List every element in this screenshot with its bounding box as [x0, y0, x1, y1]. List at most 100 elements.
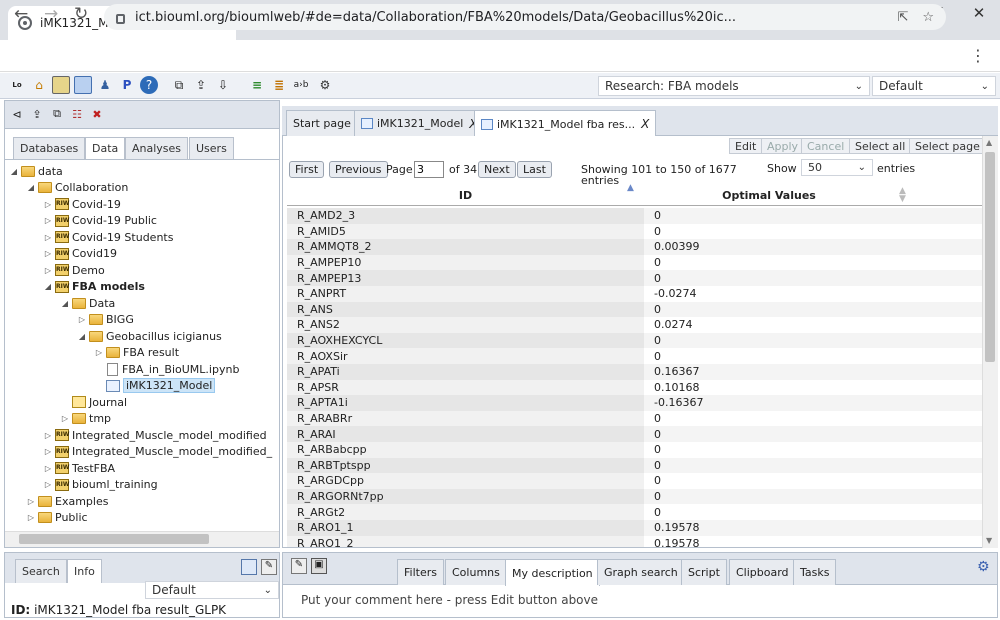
next-page-button[interactable]: Next: [478, 161, 516, 178]
column-header-id[interactable]: ID: [287, 189, 644, 202]
collapsed-arrow-icon[interactable]: ▷: [43, 480, 53, 489]
upload-icon[interactable]: ⇪: [29, 106, 45, 122]
doc-tab-fba-result[interactable]: iMK1321_Model fba res... X: [474, 110, 657, 137]
tree-node[interactable]: ▷ RIW Covid19: [43, 246, 117, 262]
collapsed-arrow-icon[interactable]: ▷: [26, 513, 36, 522]
table-row[interactable]: R_APSR 0.10168: [287, 379, 983, 396]
copy-icon[interactable]: ⧉: [170, 76, 188, 94]
table-row[interactable]: R_ARGORNt7pp 0: [287, 488, 983, 505]
table-row[interactable]: R_ARAI 0: [287, 426, 983, 442]
table-row[interactable]: R_ANS 0: [287, 301, 983, 318]
tree-node[interactable]: ▷ RIW Covid-19 Students: [43, 229, 174, 245]
url-bar[interactable]: ict.biouml.org/bioumlweb/#de=data/Collab…: [104, 4, 946, 30]
table-row[interactable]: R_APTA1i -0.16367: [287, 395, 983, 411]
collapsed-arrow-icon[interactable]: ▷: [43, 200, 53, 209]
table-row[interactable]: R_ARBabcpp 0: [287, 442, 983, 458]
edit-button[interactable]: Edit: [729, 138, 763, 154]
back-icon[interactable]: ←: [14, 4, 28, 24]
table-row[interactable]: R_ANS2 0.0274: [287, 317, 983, 333]
document-icon[interactable]: [241, 559, 257, 575]
select-all-button[interactable]: Select all: [849, 138, 912, 154]
scroll-down-icon[interactable]: ▼: [986, 536, 992, 545]
table-row[interactable]: R_ARO1_1 0.19578: [287, 520, 983, 536]
p-icon[interactable]: P: [118, 76, 136, 94]
tree-node[interactable]: ▷ FBA result: [94, 345, 179, 361]
replace-text-icon[interactable]: a›b: [292, 76, 310, 94]
table-row[interactable]: R_AMPEP13 0: [287, 270, 983, 286]
logout-icon[interactable]: Lo: [8, 76, 26, 94]
save-icon[interactable]: ▣: [311, 558, 327, 574]
collapse-icon[interactable]: ⊲: [9, 106, 25, 122]
tree-node[interactable]: iMK1321_Model: [94, 378, 216, 394]
tree-node[interactable]: ◢ data: [9, 163, 63, 179]
edit-icon[interactable]: ✎: [261, 559, 277, 575]
doc-tab-start-page[interactable]: Start page: [286, 110, 358, 136]
table-row[interactable]: R_APATi 0.16367: [287, 364, 983, 380]
tab-info[interactable]: Info: [67, 559, 102, 583]
table-row[interactable]: R_AOXSir 0: [287, 348, 983, 364]
table-row[interactable]: R_ARO1_2 0.19578: [287, 535, 983, 547]
tab-graph-search[interactable]: Graph search: [597, 559, 685, 585]
vertical-scroll-thumb[interactable]: [985, 152, 995, 362]
collapsed-arrow-icon[interactable]: ▷: [43, 431, 53, 440]
collapsed-arrow-icon[interactable]: ▷: [94, 348, 104, 357]
tree-node[interactable]: ▷ tmp: [60, 411, 111, 427]
sort-both-icon[interactable]: ▲ ▼: [899, 187, 906, 204]
table-row[interactable]: R_AOXHEXCYCL 0: [287, 332, 983, 349]
info-view-select[interactable]: Default ⌄: [145, 581, 279, 599]
bookmark-star-icon[interactable]: ☆: [922, 10, 934, 25]
tab-filters[interactable]: Filters: [397, 559, 444, 585]
tree-node[interactable]: ◢ RIW FBA models: [43, 279, 145, 295]
tab-my-description[interactable]: My description: [505, 559, 600, 586]
tree-node[interactable]: ▷ RIW Covid-19 Public: [43, 213, 157, 229]
table-row[interactable]: R_ANPRT -0.0274: [287, 286, 983, 302]
table-row[interactable]: R_AMID5 0: [287, 223, 983, 240]
settings-icon[interactable]: ⚙: [977, 559, 990, 575]
tab-analyses[interactable]: Analyses: [125, 137, 189, 159]
table-row[interactable]: R_AMD2_3 0: [287, 208, 983, 224]
tree-node[interactable]: ▷ RIW Integrated_Muscle_model_modified: [43, 427, 267, 443]
table-row[interactable]: R_AMMQT8_2 0.00399: [287, 239, 983, 255]
layout-vertical-icon[interactable]: [74, 76, 92, 94]
forward-icon[interactable]: →: [44, 4, 58, 24]
tab-databases[interactable]: Databases: [13, 137, 86, 159]
list-icon[interactable]: ≡: [248, 76, 266, 94]
collapsed-arrow-icon[interactable]: ▷: [77, 315, 87, 324]
share-icon[interactable]: ⇱: [897, 10, 908, 25]
select-page-button[interactable]: Select page: [909, 138, 986, 154]
new-element-icon[interactable]: ⧉: [49, 106, 65, 122]
tree-node[interactable]: Journal: [60, 394, 127, 410]
tree-node[interactable]: ▷ RIW TestFBA: [43, 460, 115, 476]
first-page-button[interactable]: First: [289, 161, 325, 178]
tree-node[interactable]: ▷ Examples: [26, 493, 109, 509]
tree-node[interactable]: ▷ BIGG: [77, 312, 134, 328]
user-icon[interactable]: ♟: [96, 76, 114, 94]
entries-per-page-select[interactable]: 50 ⌄: [801, 159, 873, 176]
cancel-button[interactable]: Cancel: [801, 138, 851, 154]
tree-node[interactable]: FBA_in_BioUML.ipynb: [94, 361, 239, 377]
table-row[interactable]: R_ARGDCpp 0: [287, 473, 983, 489]
last-page-button[interactable]: Last: [517, 161, 552, 178]
download-icon[interactable]: ⇩: [214, 76, 232, 94]
expanded-arrow-icon[interactable]: ◢: [9, 167, 19, 176]
layout-horizontal-icon[interactable]: [52, 76, 70, 94]
tree-node[interactable]: ▷ RIW Integrated_Muscle_model_modified_: [43, 444, 272, 460]
horizontal-scroll-thumb[interactable]: [19, 534, 209, 544]
expanded-arrow-icon[interactable]: ◢: [60, 299, 70, 308]
research-select[interactable]: Research: FBA models ⌄: [598, 76, 870, 96]
reload-icon[interactable]: ↻: [74, 4, 88, 24]
tab-script[interactable]: Script: [681, 559, 727, 585]
table-row[interactable]: R_ARABRr 0: [287, 410, 983, 427]
tree-node[interactable]: ▷ Public: [26, 510, 88, 526]
description-text[interactable]: Put your comment here - press Edit butto…: [301, 593, 598, 607]
collapsed-arrow-icon[interactable]: ▷: [43, 249, 53, 258]
collapsed-arrow-icon[interactable]: ▷: [43, 447, 53, 456]
collapsed-arrow-icon[interactable]: ▷: [43, 464, 53, 473]
tree-node[interactable]: ◢ Data: [60, 295, 115, 311]
collapsed-arrow-icon[interactable]: ▷: [60, 414, 70, 423]
apply-button[interactable]: Apply: [761, 138, 805, 154]
tab-columns[interactable]: Columns: [445, 559, 507, 585]
expanded-arrow-icon[interactable]: ◢: [77, 332, 87, 341]
collapsed-arrow-icon[interactable]: ▷: [43, 266, 53, 275]
collapsed-arrow-icon[interactable]: ▷: [26, 497, 36, 506]
